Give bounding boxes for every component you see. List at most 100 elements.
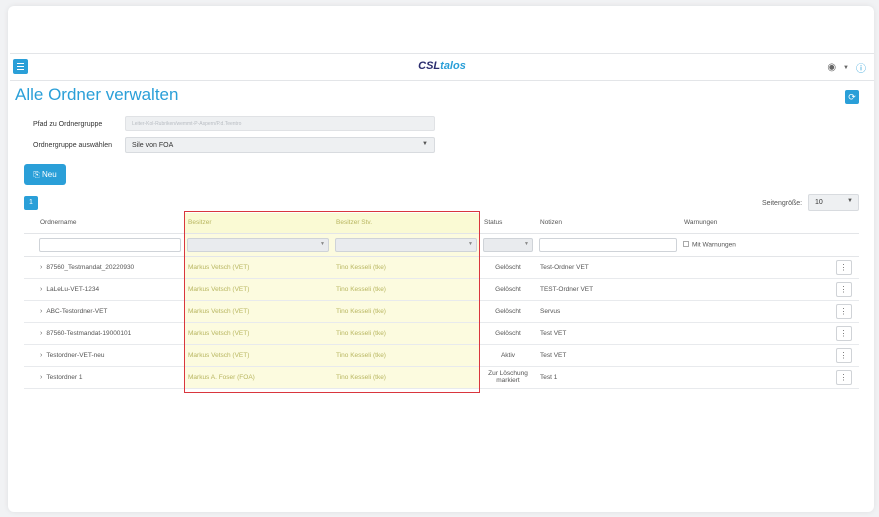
kebab-menu-icon: ⋮: [839, 306, 848, 316]
row-status: Gelöscht: [480, 256, 536, 279]
filter-owner-deputy-select[interactable]: ▼: [335, 237, 477, 252]
row-actions-button[interactable]: ⋮: [835, 281, 852, 297]
row-notes: Servus: [536, 300, 680, 323]
filter-owner-select[interactable]: ▼: [187, 237, 329, 252]
row-status: Aktiv: [480, 344, 536, 367]
filter-notes-input[interactable]: [539, 237, 677, 252]
row-name-cell: › Testordner 1: [36, 366, 184, 389]
row-name-cell: › 87560-Testmandat-19000101: [36, 322, 184, 345]
logo-text-csl: CSL: [418, 60, 441, 72]
kebab-menu-icon: ⋮: [839, 284, 848, 294]
new-button-label: Neu: [41, 170, 57, 179]
row-owner: Markus Vetsch (VET): [184, 344, 332, 367]
filter-status-select[interactable]: ▼: [483, 237, 533, 252]
header-owner[interactable]: Besitzer: [184, 213, 332, 234]
page-title: Alle Ordner verwalten: [15, 85, 179, 104]
expand-chevron-icon[interactable]: ›: [40, 352, 42, 359]
table-row[interactable]: › 87560_Testmandat_20220930 Markus Vetsch …: [24, 256, 859, 279]
filter-name-input[interactable]: [39, 237, 181, 252]
header-notes[interactable]: Notizen: [536, 213, 680, 234]
group-select-value: Sile von FOA: [132, 142, 174, 149]
row-notes: Test 1: [536, 366, 680, 389]
page-size-select[interactable]: 10 ▼: [808, 194, 859, 211]
row-name: Testordner-VET-neu: [46, 351, 105, 359]
row-warnings: [680, 278, 828, 301]
filter-warnings-label: Mit Warnungen: [692, 240, 736, 248]
row-status: Zur Löschung markiert: [480, 366, 536, 389]
header-owner-deputy[interactable]: Besitzer Stv.: [332, 213, 480, 234]
expand-chevron-icon[interactable]: ›: [40, 374, 42, 381]
row-notes: Test-Ordner VET: [536, 256, 680, 279]
row-warnings: [680, 322, 828, 345]
header-warnings[interactable]: Warnungen: [680, 213, 828, 234]
app-logo: CSLtalos: [10, 60, 874, 72]
row-owner-deputy: Tino Kesseli (tke): [332, 366, 480, 389]
row-actions-button[interactable]: ⋮: [835, 259, 852, 275]
row-owner-deputy: Tino Kesseli (tke): [332, 344, 480, 367]
row-status: Gelöscht: [480, 278, 536, 301]
expand-chevron-icon[interactable]: ›: [40, 286, 42, 293]
new-button[interactable]: ⎘ Neu: [24, 164, 66, 185]
row-owner-deputy: Tino Kesseli (tke): [332, 300, 480, 323]
row-name-cell: › 87560_Testmandat_20220930: [36, 256, 184, 279]
row-notes: TEST-Ordner VET: [536, 278, 680, 301]
row-name: 87560-Testmandat-19000101: [46, 329, 132, 337]
table-row[interactable]: › Testordner-VET-neu Markus Vetsch (VET) Ti…: [24, 344, 859, 367]
table-row[interactable]: › LaLeLu-VET-1234 Markus Vetsch (VET) Tino …: [24, 278, 859, 301]
row-name-cell: › LaLeLu-VET-1234: [36, 278, 184, 301]
refresh-button[interactable]: ⟳: [845, 90, 859, 104]
folders-table: Ordnername Besitzer Besitzer Stv. Status…: [24, 213, 859, 389]
row-actions-button[interactable]: ⋮: [835, 347, 852, 363]
row-actions-button[interactable]: ⋮: [835, 303, 852, 319]
info-icon[interactable]: ⓘ: [856, 60, 866, 75]
logo-text-talos: talos: [440, 60, 466, 72]
row-owner: Markus Vetsch (VET): [184, 300, 332, 323]
row-notes: Test VET: [536, 322, 680, 345]
row-warnings: [680, 300, 828, 323]
row-owner-deputy: Tino Kesseli (tke): [332, 256, 480, 279]
user-dropdown-chevron-icon[interactable]: ▼: [843, 65, 849, 71]
row-name: Testordner 1: [46, 373, 83, 381]
new-folder-icon: ⎘: [33, 170, 40, 179]
refresh-icon: ⟳: [848, 92, 856, 102]
header-name[interactable]: Ordnername: [36, 213, 184, 234]
table-row[interactable]: › Testordner 1 Markus A. Foser (FOA) Tino K…: [24, 366, 859, 389]
expand-chevron-icon[interactable]: ›: [40, 330, 42, 337]
chevron-down-icon: ▼: [524, 240, 529, 247]
table-row[interactable]: › 87560-Testmandat-19000101 Markus Vetsch …: [24, 322, 859, 345]
kebab-menu-icon: ⋮: [839, 372, 848, 382]
user-account-icon[interactable]: ◉: [827, 62, 836, 73]
row-owner: Markus Vetsch (VET): [184, 256, 332, 279]
row-owner-deputy: Tino Kesseli (tke): [332, 322, 480, 345]
row-owner: Markus Vetsch (VET): [184, 278, 332, 301]
table-row[interactable]: › ABC-Testordner-VET Markus Vetsch (VET) Ti…: [24, 300, 859, 323]
row-actions-button[interactable]: ⋮: [835, 325, 852, 341]
kebab-menu-icon: ⋮: [839, 350, 848, 360]
row-owner: Markus A. Foser (FOA): [184, 366, 332, 389]
chevron-down-icon: ▼: [422, 141, 428, 147]
page-button-1[interactable]: 1: [24, 196, 38, 210]
row-notes: Test VET: [536, 344, 680, 367]
row-name-cell: › Testordner-VET-neu: [36, 344, 184, 367]
row-warnings: [680, 256, 828, 279]
row-name: LaLeLu-VET-1234: [46, 285, 100, 293]
row-warnings: [680, 344, 828, 367]
top-bar: CSLtalos ◉ ▼ ⓘ: [10, 53, 874, 81]
row-name: 87560_Testmandat_20220930: [46, 263, 135, 271]
chevron-down-icon: ▼: [320, 240, 325, 247]
filter-warnings-checkbox[interactable]: [683, 241, 689, 248]
chevron-down-icon: ▼: [468, 240, 473, 247]
top-right-controls: ◉ ▼ ⓘ: [827, 60, 866, 75]
chevron-down-icon: ▼: [847, 198, 853, 204]
path-label: Pfad zu Ordnergruppe: [33, 121, 103, 128]
expand-chevron-icon[interactable]: ›: [40, 264, 42, 271]
row-status: Gelöscht: [480, 300, 536, 323]
row-owner-deputy: Tino Kesseli (tke): [332, 278, 480, 301]
row-warnings: [680, 366, 828, 389]
group-select[interactable]: Sile von FOA ▼: [125, 137, 435, 153]
row-actions-button[interactable]: ⋮: [835, 369, 852, 385]
row-name: ABC-Testordner-VET: [46, 307, 108, 315]
kebab-menu-icon: ⋮: [839, 328, 848, 338]
header-status[interactable]: Status: [480, 213, 536, 234]
expand-chevron-icon[interactable]: ›: [40, 308, 42, 315]
